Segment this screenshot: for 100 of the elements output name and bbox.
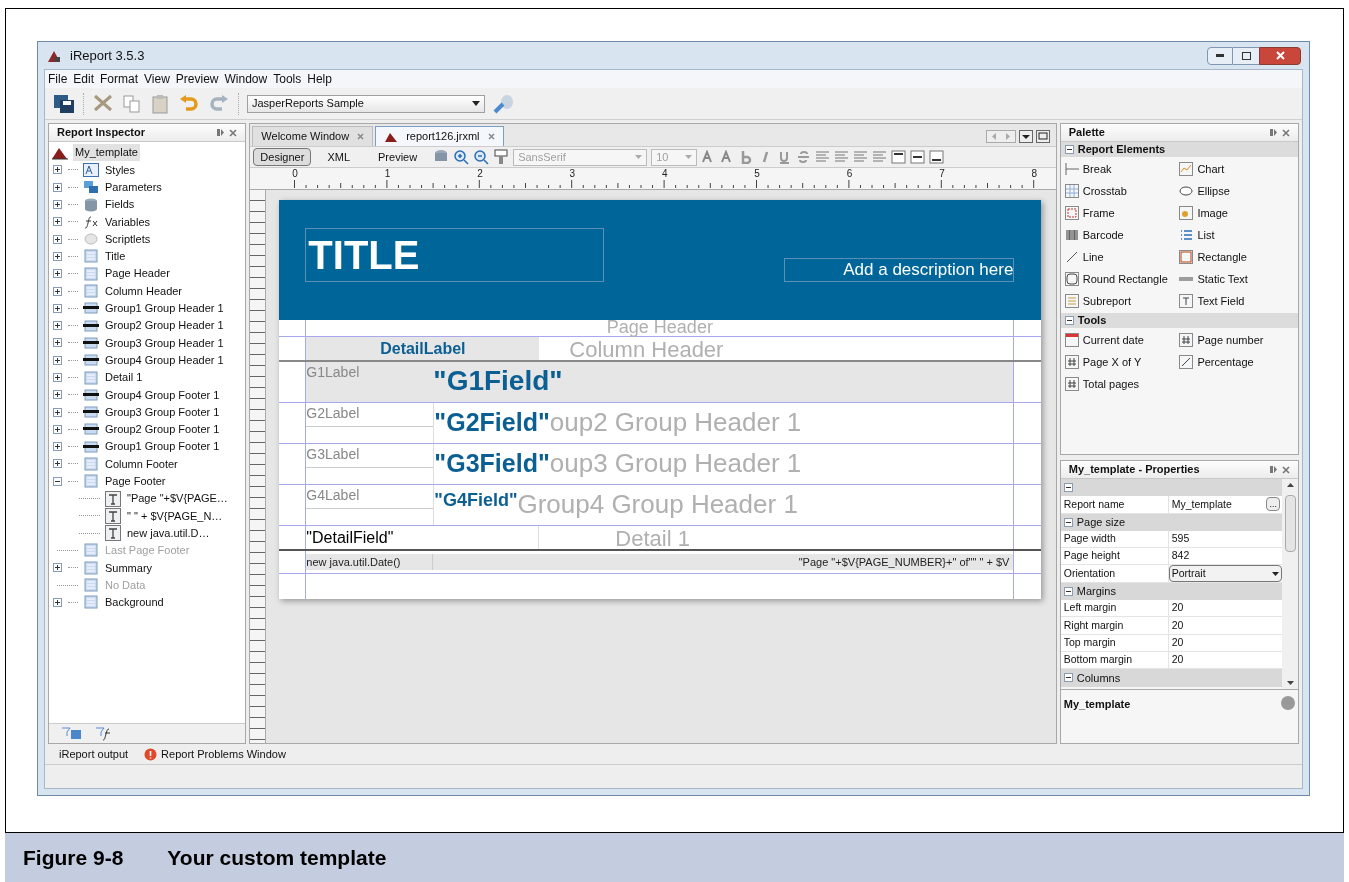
palette-item[interactable]: Line xyxy=(1082,248,1104,266)
view-tab[interactable]: Designer xyxy=(253,148,312,166)
property-dropdown[interactable]: Portrait xyxy=(1168,565,1282,582)
tree-item[interactable]: Page Header xyxy=(105,265,170,282)
expand-icon[interactable] xyxy=(53,442,62,452)
expand-icon[interactable] xyxy=(53,563,62,573)
expand-icon[interactable] xyxy=(53,338,62,348)
zoom-out-icon[interactable] xyxy=(473,149,490,165)
view-tab[interactable]: XML xyxy=(321,148,356,166)
report-description[interactable]: Add a description here xyxy=(784,258,1015,282)
collapse-icon[interactable] xyxy=(1064,316,1074,325)
tree-item[interactable]: new java.util.D… xyxy=(127,524,210,542)
tree-item[interactable]: Scriptlets xyxy=(105,230,151,248)
align-middle-icon[interactable] xyxy=(910,150,926,164)
page-number-field[interactable]: "Page "+$V{PAGE_NUMBER}+" of"" " + $V xyxy=(433,554,1014,570)
tree-item[interactable]: Styles xyxy=(105,161,135,179)
minimize-panel-icon[interactable] xyxy=(1269,128,1278,137)
output-tab[interactable]: iReport output xyxy=(59,745,129,763)
collapse-icon[interactable] xyxy=(1063,586,1073,596)
tree-item[interactable]: Group4 Group Footer 1 xyxy=(105,386,220,404)
tree-item[interactable]: Column Footer xyxy=(105,455,178,473)
palette-item[interactable]: Static Text xyxy=(1197,270,1248,288)
zoom-in-icon[interactable] xyxy=(453,149,470,165)
expand-icon[interactable] xyxy=(53,234,62,244)
editor-tab[interactable]: Welcome Window xyxy=(252,126,374,146)
tree-item[interactable]: My_template xyxy=(73,144,140,161)
palette-item[interactable]: Text Field xyxy=(1197,292,1245,310)
minimize-panel-icon[interactable] xyxy=(1269,465,1278,474)
tree-item[interactable]: "Page "+$V{PAGE… xyxy=(127,490,228,507)
menu-item[interactable]: Tools xyxy=(273,70,302,88)
tree-item[interactable]: Detail 1 xyxy=(105,369,143,386)
palette-item[interactable]: Rectangle xyxy=(1197,248,1247,266)
palette-item[interactable]: Chart xyxy=(1197,160,1225,178)
group-label[interactable]: G4Label xyxy=(306,485,434,509)
expand-icon[interactable] xyxy=(53,251,62,261)
date-field[interactable]: new java.util.Date() xyxy=(306,554,434,570)
palette-section-header[interactable]: Report Elements xyxy=(1060,142,1298,157)
expand-icon[interactable] xyxy=(53,182,62,192)
expand-icon[interactable] xyxy=(53,269,62,279)
edit-property-button[interactable]: ... xyxy=(1266,497,1280,512)
datasource-icon[interactable] xyxy=(493,93,515,114)
tree-item[interactable]: Column Header xyxy=(105,282,183,300)
maximize-icon[interactable] xyxy=(1241,51,1251,60)
menu-item[interactable]: Format xyxy=(100,70,139,88)
scroll-thumb[interactable] xyxy=(1284,495,1296,552)
menu-item[interactable]: Window xyxy=(224,70,268,88)
close-icon[interactable] xyxy=(1282,128,1290,137)
palette-item[interactable]: List xyxy=(1197,226,1215,244)
close-button[interactable] xyxy=(1259,46,1301,65)
property-value[interactable]: 20 xyxy=(1171,617,1184,634)
expand-icon[interactable] xyxy=(53,459,62,469)
property-value[interactable]: 20 xyxy=(1171,600,1184,617)
palette-item[interactable]: Total pages xyxy=(1082,375,1140,393)
group-field[interactable]: "G3Field" xyxy=(434,444,550,482)
expand-icon[interactable] xyxy=(53,321,62,331)
close-icon[interactable] xyxy=(357,133,365,140)
group-field[interactable]: "G1Field" xyxy=(433,362,563,400)
expand-icon[interactable] xyxy=(53,373,62,382)
tree-item[interactable]: Parameters xyxy=(105,179,162,196)
editor-tab[interactable]: report126.jrxml xyxy=(375,126,504,146)
scroll-down-icon[interactable] xyxy=(1286,681,1294,685)
palette-item[interactable]: Page number xyxy=(1197,331,1264,349)
tree-item[interactable]: Group4 Group Header 1 xyxy=(105,351,224,369)
palette-item[interactable]: Ellipse xyxy=(1197,182,1230,200)
tree-item[interactable]: Summary xyxy=(105,559,153,576)
tree-item[interactable]: Group2 Group Header 1 xyxy=(105,317,224,334)
help-icon[interactable] xyxy=(1281,696,1295,710)
tree-item[interactable]: Group3 Group Header 1 xyxy=(105,334,224,352)
palette-item[interactable]: Barcode xyxy=(1082,226,1124,244)
menu-item[interactable]: View xyxy=(144,70,170,88)
palette-item[interactable]: Crosstab xyxy=(1082,182,1127,200)
palette-item[interactable]: Round Rectangle xyxy=(1082,270,1168,288)
palette-section-header[interactable]: Tools xyxy=(1060,313,1298,328)
group-field[interactable]: "G4Field" xyxy=(434,485,518,515)
expand-icon[interactable] xyxy=(53,303,62,313)
report-title[interactable]: TITLE xyxy=(305,228,605,282)
collapse-icon[interactable] xyxy=(1063,673,1073,683)
expand-icon[interactable] xyxy=(53,407,62,417)
palette-item[interactable]: Break xyxy=(1082,160,1112,178)
datasource-dropdown[interactable]: JasperReports Sample xyxy=(247,94,485,113)
tree-item[interactable]: " " + $V{PAGE_N… xyxy=(127,507,223,525)
align-top-icon[interactable] xyxy=(891,150,907,164)
tree-item[interactable]: Group1 Group Header 1 xyxy=(105,300,224,317)
expand-icon[interactable] xyxy=(53,165,62,175)
save-icon[interactable] xyxy=(53,93,75,114)
group-label[interactable]: G2Label xyxy=(306,403,434,427)
expand-icon[interactable] xyxy=(53,424,62,434)
tree-item[interactable]: Group1 Group Footer 1 xyxy=(105,438,220,455)
tree-item[interactable]: Variables xyxy=(105,213,151,231)
detail-field[interactable]: "DetailField" xyxy=(306,526,540,549)
collapse-icon[interactable] xyxy=(53,476,62,486)
maximize-button[interactable] xyxy=(1233,46,1259,65)
palette-item[interactable]: Frame xyxy=(1082,204,1115,222)
close-icon[interactable] xyxy=(1282,465,1290,474)
property-value[interactable]: 20 xyxy=(1171,634,1184,651)
detail-label[interactable]: DetailLabel xyxy=(306,337,540,360)
collapse-icon[interactable] xyxy=(1063,517,1073,527)
group-label[interactable]: G3Label xyxy=(306,444,434,468)
group-field[interactable]: "G2Field" xyxy=(434,403,550,441)
expand-icon[interactable] xyxy=(53,286,62,296)
